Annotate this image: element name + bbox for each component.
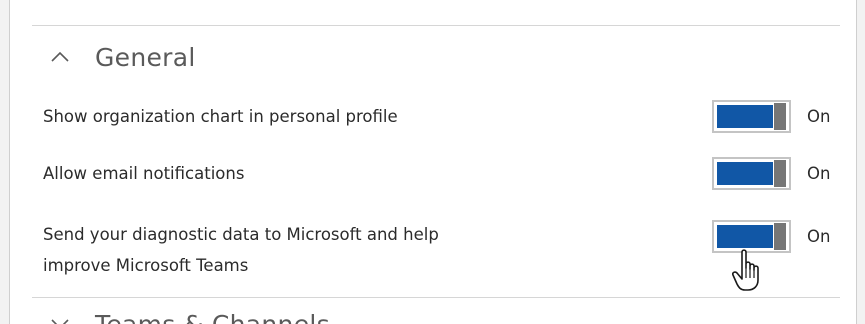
setting-row-diagnostic-data: Send your diagnostic data to Microsoft a… <box>43 219 843 281</box>
setting-label-line2: improve Microsoft Teams <box>43 256 249 275</box>
hand-pointer-icon <box>732 249 759 291</box>
setting-label-org-chart: Show organization chart in personal prof… <box>43 107 398 126</box>
toggle-fill <box>717 105 773 128</box>
setting-label-email-notifications: Allow email notifications <box>43 164 245 183</box>
toggle-fill <box>717 162 773 185</box>
divider <box>32 297 840 298</box>
toggle-state-label: On <box>807 227 831 246</box>
toggle-state-label: On <box>807 164 831 183</box>
setting-label-line1: Send your diagnostic data to Microsoft a… <box>43 225 439 244</box>
toggle-wrap-org-chart: On <box>712 100 830 133</box>
toggle-state-label: On <box>807 107 831 126</box>
toggle-fill <box>717 225 773 248</box>
email-notifications-toggle[interactable] <box>712 157 791 190</box>
toggle-wrap-diagnostic-data: On <box>712 220 830 253</box>
setting-row-email-notifications: Allow email notifications On <box>43 157 843 190</box>
toggle-knob <box>774 103 786 130</box>
setting-label-diagnostic-data: Send your diagnostic data to Microsoft a… <box>43 219 533 281</box>
chevron-down-icon[interactable] <box>47 311 73 324</box>
toggle-knob <box>774 223 786 250</box>
toggle-knob <box>774 160 786 187</box>
teams-channels-section-title: Teams & Channels <box>95 309 330 324</box>
general-section-title: General <box>95 42 196 72</box>
general-section-header[interactable]: General <box>47 38 196 76</box>
toggle-wrap-email-notifications: On <box>712 157 830 190</box>
org-chart-toggle[interactable] <box>712 100 791 133</box>
setting-row-org-chart: Show organization chart in personal prof… <box>43 100 843 133</box>
chevron-up-icon[interactable] <box>47 44 73 70</box>
teams-channels-section-header[interactable]: Teams & Channels <box>47 308 330 324</box>
divider <box>32 25 840 26</box>
settings-panel: General Show organization chart in perso… <box>9 0 857 324</box>
